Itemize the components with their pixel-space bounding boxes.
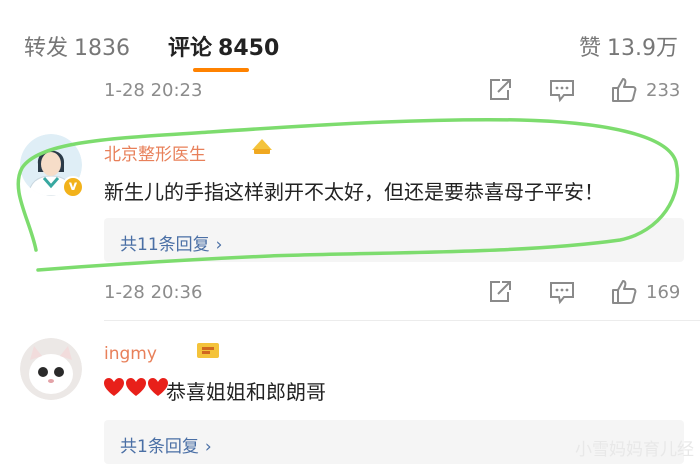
comment-username[interactable]: 北京整形医生 (104, 140, 206, 165)
comment-icon[interactable] (548, 76, 576, 104)
view-replies-label: 共11条回复 (120, 235, 210, 255)
replies-box[interactable]: 共11条回复 › (104, 218, 684, 262)
tab-comments-count: 8450 (218, 36, 280, 61)
tab-likes[interactable]: 赞 13.9万 (579, 30, 678, 62)
comment-text: 恭喜姐姐和郎朗哥 (166, 380, 326, 404)
like-count: 233 (646, 80, 681, 101)
avatar[interactable] (20, 338, 82, 400)
thumbs-up-icon[interactable] (610, 76, 638, 104)
comment-text: 新生儿的手指这样剥开不太好，但还是要恭喜母子平安！ (104, 180, 604, 204)
active-tab-indicator (193, 68, 249, 72)
like-count: 169 (646, 282, 681, 303)
divider (104, 320, 700, 321)
share-icon[interactable] (486, 76, 514, 104)
watermark: 小雪妈妈育儿经 (575, 440, 694, 460)
chevron-right-icon: › (204, 437, 212, 457)
tab-comments-label: 评论 (168, 36, 213, 61)
tab-reposts[interactable]: 转发 1836 (24, 30, 130, 62)
comment-username[interactable]: ingmy (104, 344, 157, 364)
tab-comments[interactable]: 评论 8450 (168, 30, 279, 62)
tab-likes-label: 赞 (578, 36, 601, 61)
comment-actions-row: 1-28 20:36 169 (0, 276, 700, 312)
thumbs-up-icon[interactable] (610, 278, 638, 306)
comment-timestamp: 1-28 20:36 (104, 282, 203, 303)
tab-bar: 转发 1836 评论 8450 赞 13.9万 (0, 0, 700, 78)
member-badge-icon (197, 343, 219, 358)
tab-likes-count: 13.9万 (607, 36, 678, 61)
hearts-emoji-icon (104, 378, 168, 398)
comment-timestamp: 1-28 20:23 (104, 80, 203, 101)
chevron-right-icon: › (215, 235, 223, 255)
tab-reposts-label: 转发 (24, 36, 69, 61)
share-icon[interactable] (486, 278, 514, 306)
view-replies-label: 共1条回复 (120, 437, 199, 457)
comment-actions-row: 1-28 20:23 233 (0, 74, 700, 110)
tab-reposts-count: 1836 (74, 36, 131, 61)
verified-badge-icon: v (62, 176, 84, 198)
member-badge-icon (252, 139, 272, 154)
view-replies-link[interactable]: 共11条回复 › (120, 230, 222, 255)
comment-icon[interactable] (548, 278, 576, 306)
view-replies-link[interactable]: 共1条回复 › (120, 432, 212, 457)
